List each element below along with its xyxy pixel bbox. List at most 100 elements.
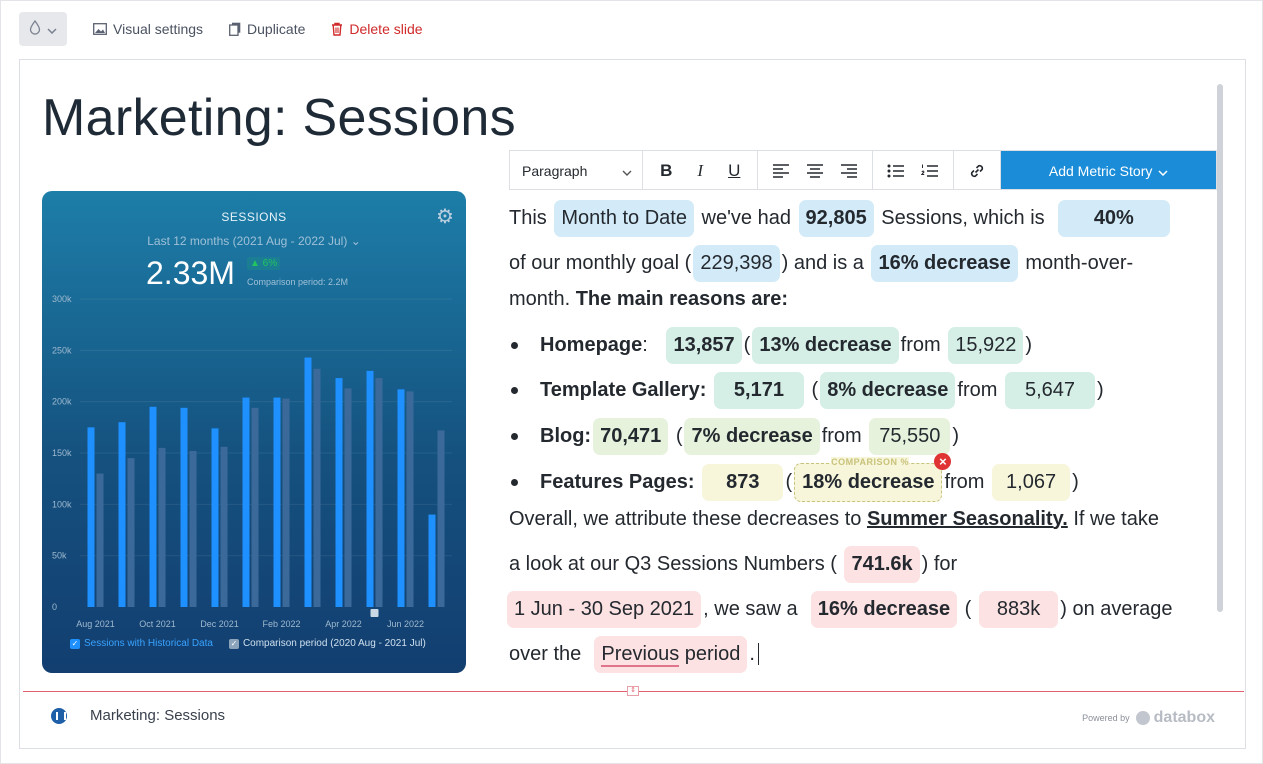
align-left-button[interactable] bbox=[764, 152, 798, 190]
bar-sessions bbox=[87, 427, 95, 607]
date-range-token[interactable]: Month to Date bbox=[554, 199, 694, 237]
comparison-text: Comparison period: 2.2M bbox=[247, 277, 349, 287]
bold-button[interactable]: B bbox=[649, 152, 683, 190]
story-text: . bbox=[749, 642, 755, 665]
bar-comparison bbox=[344, 388, 352, 607]
bar-comparison bbox=[189, 450, 197, 607]
remove-token-icon[interactable]: × bbox=[934, 452, 952, 470]
list-item: Template Gallery: 5,171 (8% decrease fro… bbox=[509, 370, 1104, 410]
align-center-icon bbox=[807, 163, 824, 178]
footer-title: Marketing: Sessions bbox=[90, 707, 226, 724]
item-value-token[interactable]: 13,857 bbox=[666, 326, 742, 364]
story-text: ) and is a bbox=[781, 251, 864, 274]
period-word: period bbox=[684, 642, 741, 665]
story-text: If we take bbox=[1073, 507, 1159, 530]
change-badge: ▲ 6% bbox=[247, 257, 281, 270]
duplicate-button[interactable]: Duplicate bbox=[229, 21, 305, 37]
underline-icon: U bbox=[728, 160, 741, 180]
x-tick-label: Aug 2021 bbox=[76, 619, 115, 629]
item-from: from bbox=[957, 378, 998, 401]
insert-link-button[interactable] bbox=[960, 152, 994, 190]
legend-label-sessions: Sessions with Historical Data bbox=[84, 638, 213, 649]
add-metric-story-button[interactable]: Add Metric Story bbox=[1001, 151, 1216, 190]
x-tick-label: Oct 2021 bbox=[139, 619, 176, 629]
y-tick-label: 50k bbox=[52, 551, 67, 561]
chevron-down-icon: ⌄ bbox=[350, 234, 361, 248]
brand-name: databox bbox=[1153, 709, 1215, 726]
item-prev-token[interactable]: 15,922 bbox=[948, 326, 1024, 364]
widget-title: SESSIONS bbox=[221, 210, 287, 224]
numbered-list-icon bbox=[921, 164, 939, 177]
droplet-icon bbox=[29, 19, 41, 38]
visual-settings-button[interactable]: Visual settings bbox=[93, 21, 203, 37]
trash-icon bbox=[331, 22, 343, 36]
italic-button[interactable]: I bbox=[683, 152, 717, 190]
slide-title[interactable]: Marketing: Sessions bbox=[42, 88, 516, 148]
paragraph-format-select[interactable]: Paragraph bbox=[510, 151, 644, 190]
story-text: Sessions, which is bbox=[881, 206, 1045, 229]
goal-percent-token[interactable]: 40% bbox=[1057, 199, 1170, 237]
list-item: Blog: 70,471 (7% decrease from 75,550) bbox=[509, 416, 959, 456]
bar-comparison bbox=[313, 368, 321, 607]
align-right-button[interactable] bbox=[832, 152, 866, 190]
align-center-button[interactable] bbox=[798, 152, 832, 190]
item-change-token[interactable]: 8% decrease bbox=[820, 371, 956, 409]
item-change-token[interactable]: 13% decrease bbox=[752, 326, 899, 364]
item-change-token[interactable]: 7% decrease bbox=[684, 417, 820, 455]
x-tick-label: Apr 2022 bbox=[325, 619, 362, 629]
sessions-widget[interactable]: SESSIONS ⚙ Last 12 months (2021 Aug - 20… bbox=[42, 191, 466, 673]
previous-period-token[interactable]: Previous period bbox=[594, 635, 748, 673]
selected-change-token[interactable]: COMPARISON % 18% decrease × bbox=[794, 452, 952, 502]
story-text-bold: The main reasons are: bbox=[575, 287, 789, 310]
bullet-list-button[interactable] bbox=[879, 152, 913, 190]
bar-sessions bbox=[428, 514, 436, 607]
item-prev-token[interactable]: 75,550 bbox=[869, 417, 951, 455]
seasonality-link[interactable]: Summer Seasonality. bbox=[867, 508, 1068, 531]
gear-icon[interactable]: ⚙ bbox=[434, 206, 456, 228]
average-value-token[interactable]: 883k bbox=[978, 590, 1059, 628]
visual-settings-label: Visual settings bbox=[113, 21, 204, 37]
item-value-token[interactable]: 5,171 bbox=[713, 371, 804, 409]
delete-slide-button[interactable]: Delete slide bbox=[331, 21, 423, 37]
q3-sessions-token[interactable]: 741.6k bbox=[844, 545, 920, 583]
item-value-token[interactable]: 873 bbox=[702, 463, 784, 501]
numbered-list-button[interactable] bbox=[913, 152, 947, 190]
legend-label-comparison: Comparison period (2020 Aug - 2021 Jul) bbox=[242, 638, 426, 649]
item-from: from bbox=[821, 424, 862, 447]
change-token[interactable]: 16% decrease bbox=[810, 590, 958, 628]
story-paragraph-5: over the Previous period . bbox=[509, 634, 759, 674]
legend-item-sessions[interactable]: ✓ Sessions with Historical Data bbox=[70, 638, 213, 649]
resize-handle[interactable]: ⇕ bbox=[627, 686, 639, 696]
databox-logo-icon bbox=[51, 708, 67, 724]
underline-button[interactable]: U bbox=[717, 152, 751, 190]
widget-value: 2.33M bbox=[146, 255, 235, 291]
vertical-scrollbar[interactable] bbox=[1217, 84, 1223, 612]
item-prev-token[interactable]: 5,647 bbox=[1004, 371, 1096, 409]
list-item: Features Pages: 873 (COMPARISON % 18% dec… bbox=[509, 452, 1079, 502]
text-cursor bbox=[757, 643, 759, 665]
item-prev-token[interactable]: 1,067 bbox=[992, 463, 1071, 501]
item-value-token[interactable]: 70,471 bbox=[593, 417, 669, 455]
item-label: Blog: bbox=[540, 424, 592, 447]
change-token[interactable]: 16% decrease bbox=[871, 244, 1018, 282]
item-label: Template Gallery: bbox=[540, 378, 707, 401]
annotation-marker-icon bbox=[370, 609, 379, 617]
item-from: from bbox=[900, 333, 941, 356]
sessions-value-token[interactable]: 92,805 bbox=[798, 199, 874, 237]
date-range-token[interactable]: 1 Jun - 30 Sep 2021 bbox=[507, 590, 702, 628]
theme-dropdown[interactable] bbox=[19, 12, 67, 46]
databox-brand: databox bbox=[1135, 709, 1215, 727]
story-text: ( bbox=[964, 597, 972, 620]
story-line-2: of our monthly goal ( 229,398 ) and is a… bbox=[509, 243, 1133, 283]
powered-by: Powered by databox bbox=[1082, 709, 1215, 727]
story-line-3: month. The main reasons are: bbox=[509, 279, 788, 319]
story-text: This bbox=[509, 206, 547, 229]
chevron-down-icon bbox=[1158, 163, 1168, 179]
checkbox-icon: ✓ bbox=[228, 638, 239, 649]
date-range-dropdown[interactable]: Last 12 months (2021 Aug - 2022 Jul) ⌄ bbox=[42, 234, 466, 248]
goal-value-token[interactable]: 229,398 bbox=[693, 244, 780, 282]
bar-comparison bbox=[96, 473, 104, 607]
bar-comparison bbox=[158, 447, 166, 607]
bullet-icon bbox=[511, 432, 518, 440]
legend-item-comparison[interactable]: ✓ Comparison period (2020 Aug - 2021 Jul) bbox=[228, 638, 426, 649]
